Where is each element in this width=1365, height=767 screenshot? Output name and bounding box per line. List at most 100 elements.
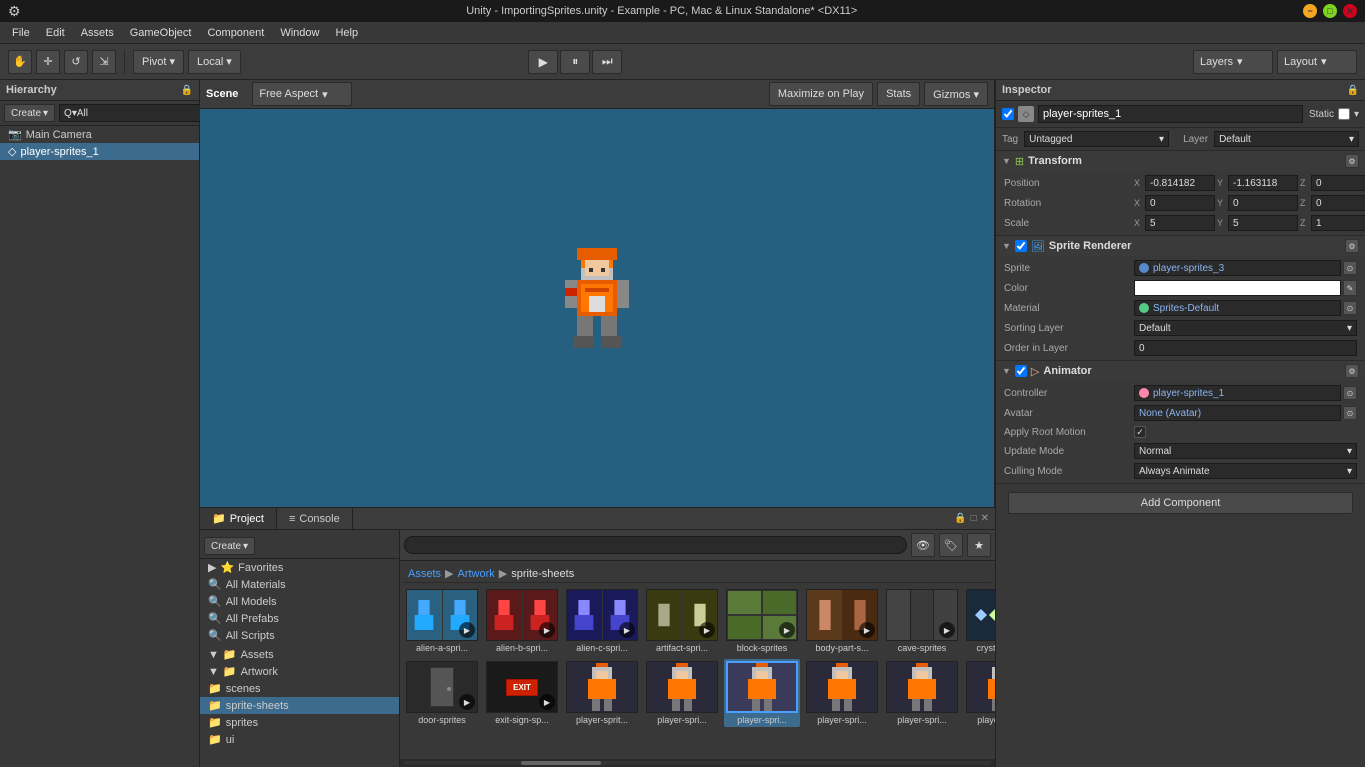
asset-alien-b[interactable]: ▶ alien-b-spri... — [484, 587, 560, 655]
asset-player-0[interactable]: player-sprit... — [564, 659, 640, 727]
breadcrumb-sprite-sheets[interactable]: sprite-sheets — [511, 568, 574, 580]
menu-help[interactable]: Help — [327, 25, 366, 41]
controller-pick-button[interactable]: ⊙ — [1343, 386, 1357, 400]
pos-y-input[interactable] — [1228, 175, 1298, 191]
pause-button[interactable]: ⏸ — [560, 50, 590, 74]
layers-dropdown[interactable]: Layers ▾ — [1193, 50, 1273, 74]
scale-z-input[interactable] — [1311, 215, 1365, 231]
artifact-play-icon[interactable]: ▶ — [699, 622, 715, 638]
asset-exit-sign[interactable]: EXIT ▶ exit-sign-sp... — [484, 659, 560, 727]
pos-z-input[interactable] — [1311, 175, 1365, 191]
tag-dropdown[interactable]: Untagged ▾ — [1024, 131, 1169, 147]
cave-play-icon[interactable]: ▶ — [939, 622, 955, 638]
project-label-button[interactable]: 🏷 — [939, 533, 963, 557]
asset-player-3[interactable]: player-spri... — [804, 659, 880, 727]
asset-player-5[interactable]: player-spri... — [964, 659, 995, 727]
pivot-button[interactable]: Pivot ▾ — [133, 50, 184, 74]
static-dropdown-icon[interactable]: ▾ — [1354, 109, 1359, 120]
transform-settings-icon[interactable]: ⚙ — [1345, 154, 1359, 168]
menu-assets[interactable]: Assets — [73, 25, 122, 41]
culling-dropdown[interactable]: Always Animate ▾ — [1134, 463, 1357, 479]
all-scripts-item[interactable]: 🔍 All Scripts — [200, 627, 399, 644]
move-tool-button[interactable]: ✛ — [36, 50, 60, 74]
object-active-checkbox[interactable] — [1002, 108, 1014, 120]
scale-tool-button[interactable]: ⇲ — [92, 50, 116, 74]
hierarchy-search-input[interactable] — [59, 104, 201, 122]
assets-root-folder[interactable]: ▼ 📁 Assets — [200, 646, 399, 663]
scale-y-input[interactable] — [1228, 215, 1298, 231]
object-name-field[interactable] — [1038, 105, 1303, 123]
apply-root-checkbox[interactable]: ✓ — [1134, 426, 1146, 438]
project-eye-button[interactable]: 👁 — [911, 533, 935, 557]
gizmos-button[interactable]: Gizmos ▾ — [924, 82, 988, 106]
rot-x-input[interactable] — [1145, 195, 1215, 211]
asset-door[interactable]: ▶ door-sprites — [404, 659, 480, 727]
sprite-renderer-header[interactable]: ▼ 🖼 Sprite Renderer ⚙ — [996, 236, 1365, 256]
scene-tab[interactable]: Scene — [206, 88, 238, 100]
hierarchy-item-player[interactable]: ◇ player-sprites_1 — [0, 143, 199, 160]
asset-alien-a[interactable]: ▶ alien-a-spri... — [404, 587, 480, 655]
static-checkbox[interactable] — [1338, 108, 1350, 120]
console-tab[interactable]: ≡ Console — [277, 508, 353, 529]
sprites-folder[interactable]: 📁 sprites — [200, 714, 399, 731]
inspector-lock-icon[interactable]: 🔒 — [1347, 85, 1359, 96]
project-create-button[interactable]: Create ▾ — [204, 537, 255, 555]
avatar-pick-button[interactable]: ⊙ — [1343, 406, 1357, 420]
ui-folder[interactable]: 📁 ui — [200, 731, 399, 748]
hand-tool-button[interactable]: ✋ — [8, 50, 32, 74]
scale-x-input[interactable] — [1145, 215, 1215, 231]
close-button[interactable]: ✕ — [1343, 4, 1357, 18]
avatar-object-field[interactable]: None (Avatar) — [1134, 405, 1341, 421]
block-play-icon[interactable]: ▶ — [779, 622, 795, 638]
asset-cave[interactable]: ▶ cave-sprites — [884, 587, 960, 655]
rot-z-input[interactable] — [1311, 195, 1365, 211]
step-button[interactable]: ⏭ — [592, 50, 622, 74]
minimize-button[interactable]: − — [1303, 4, 1317, 18]
menu-gameobject[interactable]: GameObject — [122, 25, 200, 41]
sprite-object-field[interactable]: player-sprites_3 — [1134, 260, 1341, 276]
material-object-field[interactable]: Sprites-Default — [1134, 300, 1341, 316]
exit-play-icon[interactable]: ▶ — [539, 694, 555, 710]
sorting-layer-dropdown[interactable]: Default ▾ — [1134, 320, 1357, 336]
asset-browser-scrollbar[interactable] — [400, 759, 995, 767]
maximize-on-play-button[interactable]: Maximize on Play — [769, 82, 873, 106]
sprite-pick-button[interactable]: ⊙ — [1343, 261, 1357, 275]
all-models-item[interactable]: 🔍 All Models — [200, 593, 399, 610]
hierarchy-lock-icon[interactable]: 🔒 — [181, 85, 193, 96]
asset-body-part[interactable]: ▶ body-part-s... — [804, 587, 880, 655]
transform-header[interactable]: ▼ ⊞ Transform ⚙ — [996, 151, 1365, 171]
update-mode-dropdown[interactable]: Normal ▾ — [1134, 443, 1357, 459]
bottom-panel-lock[interactable]: 🔒 — [954, 513, 966, 524]
color-swatch[interactable] — [1134, 280, 1341, 296]
material-pick-button[interactable]: ⊙ — [1343, 301, 1357, 315]
breadcrumb-assets[interactable]: Assets — [408, 568, 441, 580]
breadcrumb-artwork[interactable]: Artwork — [457, 568, 494, 580]
rot-y-input[interactable] — [1228, 195, 1298, 211]
maximize-button[interactable]: □ — [1323, 4, 1337, 18]
asset-player-1[interactable]: player-spri... — [644, 659, 720, 727]
pos-x-input[interactable] — [1145, 175, 1215, 191]
controller-object-field[interactable]: player-sprites_1 — [1134, 385, 1341, 401]
scene-aspect-dropdown[interactable]: Free Aspect ▾ — [252, 82, 352, 106]
menu-window[interactable]: Window — [272, 25, 327, 41]
door-play-icon[interactable]: ▶ — [459, 694, 475, 710]
scenes-folder[interactable]: 📁 scenes — [200, 680, 399, 697]
menu-edit[interactable]: Edit — [38, 25, 73, 41]
favorites-folder[interactable]: ▶ ⭐ Favorites — [200, 559, 399, 576]
hierarchy-item-camera[interactable]: 📷 Main Camera — [0, 126, 199, 143]
animator-settings-icon[interactable]: ⚙ — [1345, 364, 1359, 378]
alien-b-play-icon[interactable]: ▶ — [539, 622, 555, 638]
scene-viewport[interactable] — [200, 109, 994, 507]
add-component-button[interactable]: Add Component — [1008, 492, 1353, 514]
layer-dropdown[interactable]: Default ▾ — [1214, 131, 1359, 147]
hierarchy-create-button[interactable]: Create ▾ — [4, 104, 55, 122]
local-button[interactable]: Local ▾ — [188, 50, 241, 74]
project-star-button[interactable]: ★ — [967, 533, 991, 557]
sprite-renderer-settings-icon[interactable]: ⚙ — [1345, 239, 1359, 253]
asset-crystal[interactable]: ▶ crystal-spri... — [964, 587, 995, 655]
bottom-panel-maximize[interactable]: □ — [971, 513, 977, 524]
asset-player-4[interactable]: player-spri... — [884, 659, 960, 727]
stats-button[interactable]: Stats — [877, 82, 920, 106]
play-button[interactable]: ▶ — [528, 50, 558, 74]
all-materials-item[interactable]: 🔍 All Materials — [200, 576, 399, 593]
